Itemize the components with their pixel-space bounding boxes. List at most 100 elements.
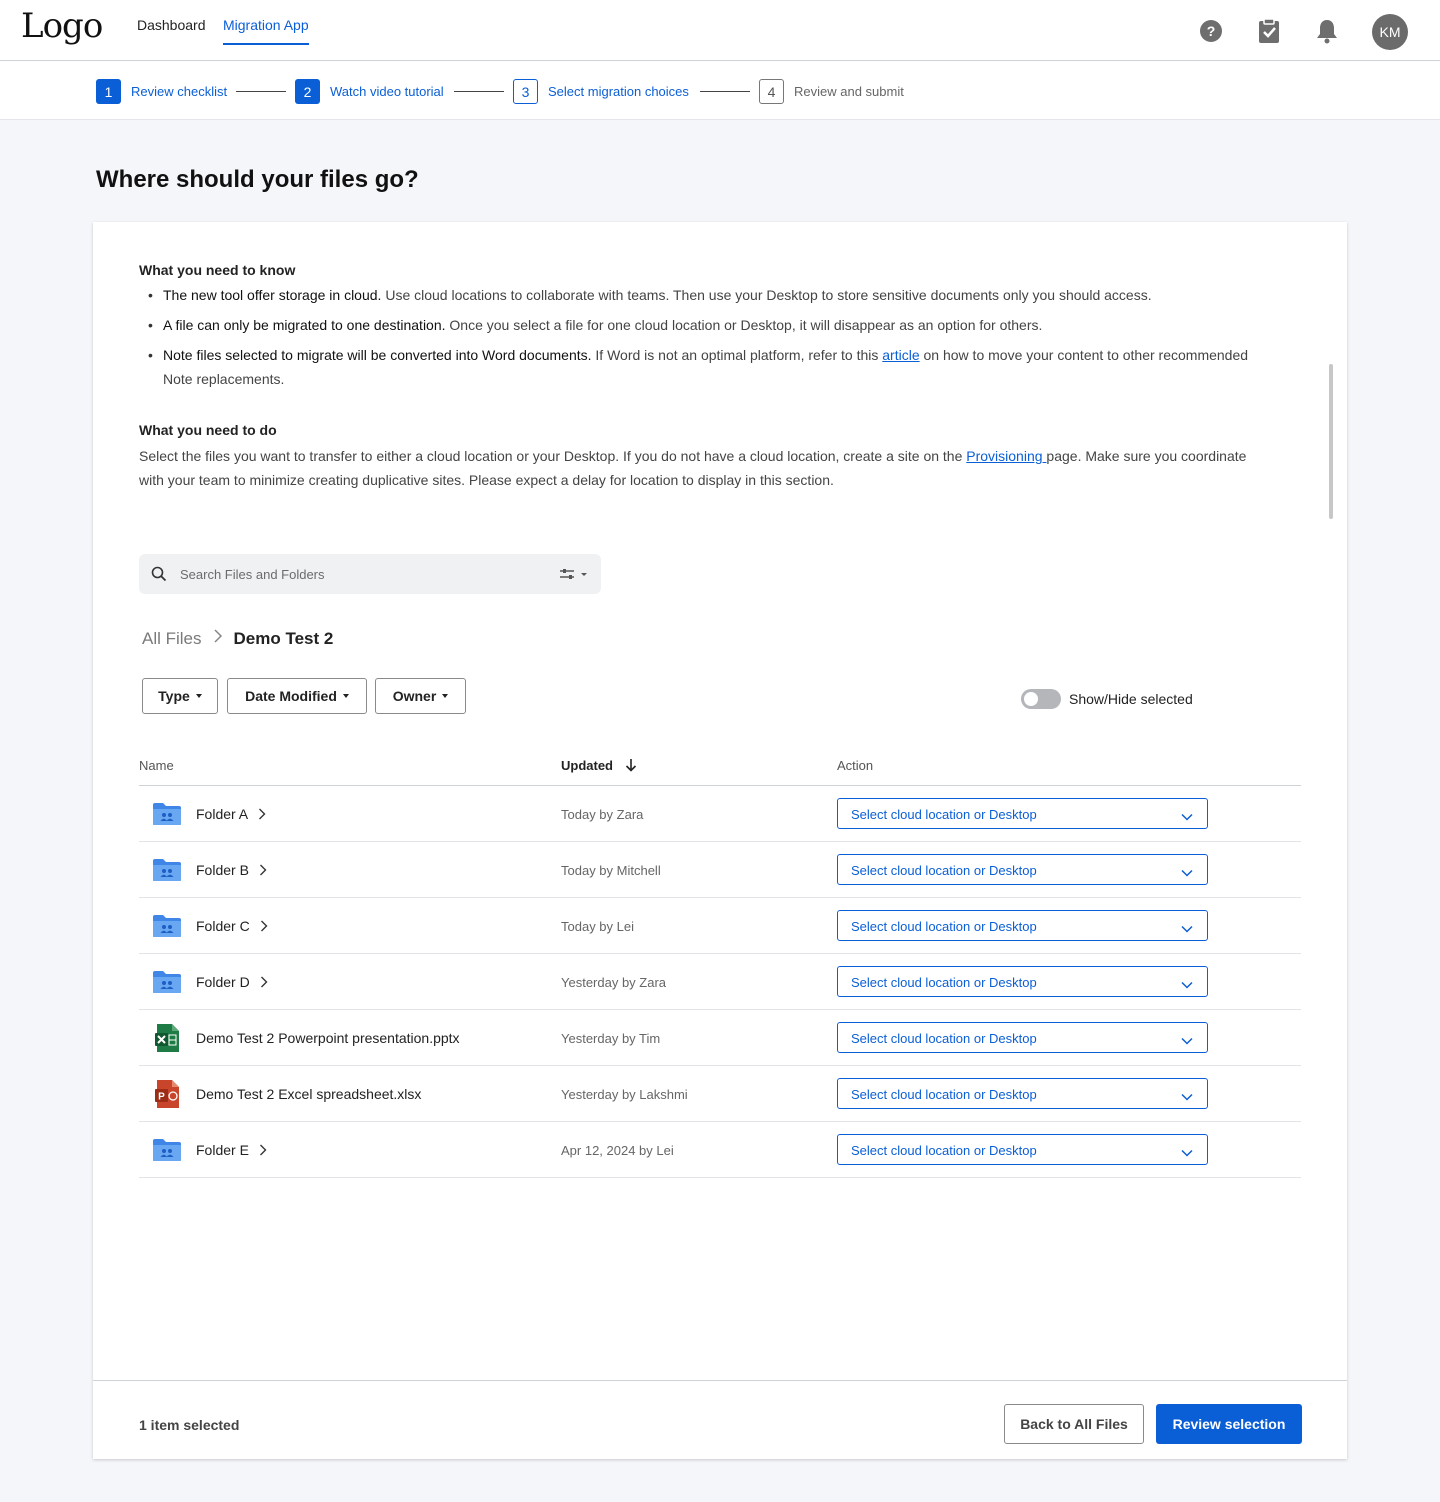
selection-count: 1 item selected [139, 1417, 240, 1433]
destination-select[interactable]: Select cloud location or Desktop [837, 1078, 1208, 1109]
chevron-down-icon [1181, 1032, 1193, 1050]
nav-migration-app[interactable]: Migration App [223, 17, 309, 45]
chevron-down-icon [1181, 1144, 1193, 1162]
know-item: A file can only be migrated to one desti… [139, 313, 1259, 337]
chevron-right-icon [213, 628, 223, 649]
search-icon [151, 566, 167, 582]
step-number: 1 [96, 79, 121, 104]
destination-select-label: Select cloud location or Desktop [851, 1087, 1037, 1102]
step-label: Select migration choices [548, 84, 689, 99]
breadcrumb-current: Demo Test 2 [233, 628, 334, 648]
chevron-right-icon[interactable] [259, 863, 267, 881]
step-review-checklist[interactable]: 1 Review checklist [96, 79, 227, 104]
svg-text:?: ? [1207, 23, 1216, 39]
migration-card: What you need to know The new tool offer… [93, 222, 1347, 1459]
step-select-migration[interactable]: 3 Select migration choices [513, 79, 689, 104]
review-selection-button[interactable]: Review selection [1156, 1404, 1302, 1444]
row-name[interactable]: Folder D [196, 974, 250, 990]
chevron-right-icon[interactable] [260, 975, 268, 993]
destination-select-label: Select cloud location or Desktop [851, 807, 1037, 822]
nav-dashboard[interactable]: Dashboard [137, 17, 206, 43]
filter-owner-button[interactable]: Owner [375, 678, 466, 714]
search-placeholder: Search Files and Folders [180, 567, 325, 582]
help-icon[interactable]: ? [1198, 18, 1224, 44]
caret-down-icon [342, 694, 349, 698]
todo-heading: What you need to do [139, 422, 277, 438]
step-connector [700, 91, 750, 92]
filter-options-icon[interactable] [559, 568, 589, 580]
row-name: Demo Test 2 Powerpoint presentation.pptx [196, 1030, 460, 1046]
table-row[interactable]: Folder B Today by Mitchell Select cloud lo… [139, 842, 1301, 898]
show-hide-toggle[interactable] [1021, 689, 1061, 709]
destination-select[interactable]: Select cloud location or Desktop [837, 1022, 1208, 1053]
column-updated[interactable]: Updated [561, 758, 637, 773]
know-list: The new tool offer storage in cloud. Use… [139, 283, 1259, 397]
table-row[interactable]: Folder E Apr 12, 2024 by Lei Select cloud … [139, 1122, 1301, 1178]
row-name[interactable]: Folder C [196, 918, 250, 934]
filter-type-button[interactable]: Type [142, 678, 218, 714]
filter-type-label: Type [158, 688, 190, 704]
step-watch-video[interactable]: 2 Watch video tutorial [295, 79, 444, 104]
back-to-all-files-button[interactable]: Back to All Files [1004, 1404, 1144, 1444]
stepper: 1 Review checklist 2 Watch video tutoria… [0, 61, 1440, 120]
top-navigation: Logo Dashboard Migration App ? KM [0, 0, 1440, 61]
toggle-knob [1024, 692, 1038, 706]
chevron-right-icon[interactable] [258, 807, 266, 825]
table-row[interactable]: Folder A Today by Zara Select cloud locati… [139, 786, 1301, 842]
chevron-down-icon [1181, 920, 1193, 938]
column-name[interactable]: Name [139, 758, 174, 773]
filter-owner-label: Owner [392, 688, 437, 704]
table-row[interactable]: Demo Test 2 Powerpoint presentation.pptx… [139, 1010, 1301, 1066]
row-updated: Today by Lei [561, 919, 634, 934]
caret-down-icon [195, 694, 202, 698]
row-updated: Yesterday by Lakshmi [561, 1087, 688, 1102]
article-link[interactable]: article [882, 347, 919, 363]
provisioning-link[interactable]: Provisioning [966, 448, 1046, 464]
destination-select-label: Select cloud location or Desktop [851, 1143, 1037, 1158]
chevron-down-icon [1181, 808, 1193, 826]
folder-shared-icon [152, 967, 182, 997]
folder-shared-icon [152, 1135, 182, 1165]
todo-text: Select the files you want to transfer to… [139, 448, 1247, 488]
row-name[interactable]: Folder E [196, 1142, 249, 1158]
destination-select-label: Select cloud location or Desktop [851, 919, 1037, 934]
step-number: 4 [759, 79, 784, 104]
row-updated: Yesterday by Tim [561, 1031, 661, 1046]
destination-select[interactable]: Select cloud location or Desktop [837, 1134, 1208, 1165]
sort-down-icon [625, 759, 636, 772]
chevron-right-icon[interactable] [260, 919, 268, 937]
destination-select[interactable]: Select cloud location or Desktop [837, 854, 1208, 885]
table-row[interactable]: Folder C Today by Lei Select cloud locatio… [139, 898, 1301, 954]
chevron-down-icon [1181, 976, 1193, 994]
folder-shared-icon [152, 911, 182, 941]
scrollbar[interactable] [1329, 364, 1333, 519]
bell-icon[interactable] [1314, 18, 1340, 44]
destination-select[interactable]: Select cloud location or Desktop [837, 910, 1208, 941]
step-label: Review and submit [794, 84, 904, 99]
search-input[interactable]: Search Files and Folders [139, 554, 601, 594]
logo[interactable]: Logo [21, 6, 103, 46]
know-heading: What you need to know [139, 262, 296, 278]
breadcrumb: All Files Demo Test 2 [142, 628, 333, 649]
row-name[interactable]: Folder A [196, 806, 248, 822]
destination-select[interactable]: Select cloud location or Desktop [837, 798, 1208, 829]
table-row[interactable]: P Demo Test 2 Excel spreadsheet.xlsx Yeste… [139, 1066, 1301, 1122]
destination-select-label: Select cloud location or Desktop [851, 975, 1037, 990]
breadcrumb-all-files[interactable]: All Files [142, 629, 202, 649]
filter-date-button[interactable]: Date Modified [227, 678, 367, 714]
step-label: Watch video tutorial [330, 84, 444, 99]
row-updated: Today by Mitchell [561, 863, 661, 878]
destination-select-label: Select cloud location or Desktop [851, 863, 1037, 878]
row-name[interactable]: Folder B [196, 862, 249, 878]
chevron-right-icon[interactable] [259, 1143, 267, 1161]
row-updated: Yesterday by Zara [561, 975, 667, 990]
row-updated: Apr 12, 2024 by Lei [561, 1143, 674, 1158]
chevron-down-icon [1181, 864, 1193, 882]
table-row[interactable]: Folder D Yesterday by Zara Select cloud lo… [139, 954, 1301, 1010]
excel-file-icon [152, 1023, 182, 1053]
row-updated: Today by Zara [561, 807, 644, 822]
avatar[interactable]: KM [1372, 14, 1408, 50]
step-review-submit[interactable]: 4 Review and submit [759, 79, 904, 104]
destination-select[interactable]: Select cloud location or Desktop [837, 966, 1208, 997]
clipboard-check-icon[interactable] [1256, 18, 1282, 44]
